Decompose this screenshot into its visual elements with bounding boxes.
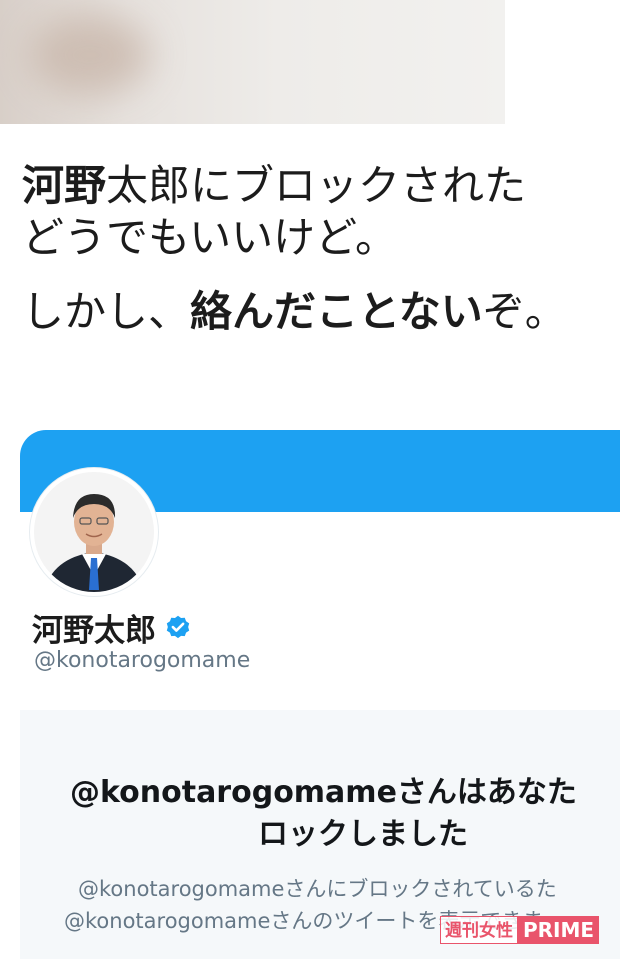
tweet-line-3-bold: 絡んだことない	[190, 287, 483, 336]
handle: @konotarogomame	[34, 648, 251, 673]
blocked-title-line-1: @konotarogomameさんはあなた	[70, 775, 577, 810]
tweet-line-1: 河野太郎にブロックされた	[22, 160, 620, 212]
blocked-description-line-1: @konotarogomameさんにブロックされているた	[78, 877, 557, 901]
tweet-line-1-rest: 太郎にブロックされた	[106, 161, 527, 210]
blurred-header-image	[0, 0, 505, 124]
verified-badge-icon	[166, 615, 190, 638]
avatar[interactable]	[30, 468, 158, 596]
avatar-portrait-icon	[34, 472, 154, 592]
watermark-logo: 週刊女性 PRIME	[440, 916, 600, 944]
tweet-line-3: しかし、絡んだことないぞ。	[22, 286, 620, 338]
watermark-right: PRIME	[518, 916, 600, 944]
display-name: 河野太郎	[32, 613, 156, 649]
blurred-shape	[30, 15, 150, 95]
watermark-left: 週刊女性	[440, 916, 518, 944]
name-row: 河野太郎	[32, 605, 192, 650]
tweet-line-3-post: ぞ。	[482, 287, 567, 336]
blocked-title-line-2: ロックしました	[258, 817, 468, 852]
tweet-line-1-bold: 河野	[22, 161, 107, 210]
tweet-text: 河野太郎にブロックされた どうでもいいけど。 しかし、絡んだことないぞ。	[22, 160, 620, 338]
tweet-line-2: どうでもいいけど。	[22, 213, 398, 262]
tweet-line-3-pre: しかし、	[22, 287, 191, 336]
